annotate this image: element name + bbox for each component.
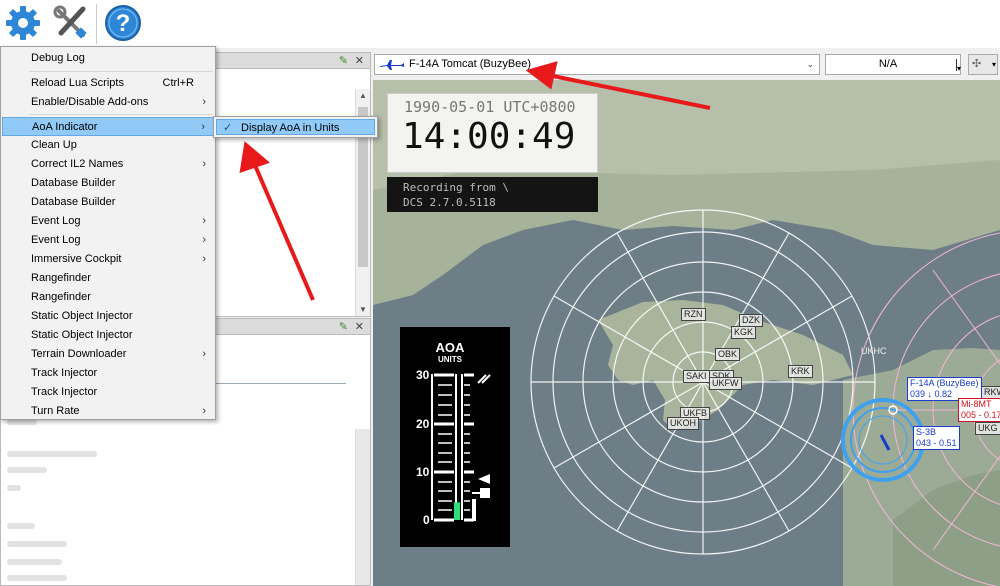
chevron-right-icon: › bbox=[202, 215, 206, 227]
menu-item-event-log[interactable]: Event Log › bbox=[2, 212, 214, 231]
menu-item-immersive-cockpit[interactable]: Immersive Cockpit › bbox=[2, 250, 214, 269]
annotation-arrow bbox=[252, 162, 315, 301]
chevron-right-icon: › bbox=[201, 121, 205, 133]
arrowhead-icon bbox=[239, 141, 270, 173]
menu-item-static-object-injector[interactable]: Static Object Injector bbox=[2, 307, 214, 326]
menu-item-correct-il2[interactable]: Correct IL2 Names › bbox=[2, 155, 214, 174]
menu-item-reload-lua[interactable]: Reload Lua Scripts Ctrl+R bbox=[2, 74, 214, 93]
menu-item-enable-addons[interactable]: Enable/Disable Add-ons › bbox=[2, 93, 214, 112]
menu-item-terrain-downloader[interactable]: Terrain Downloader › bbox=[2, 345, 214, 364]
menu-separator bbox=[29, 114, 213, 115]
tools-menu: Debug Log Reload Lua Scripts Ctrl+R Enabl… bbox=[0, 46, 216, 420]
menu-item-track-injector[interactable]: Track Injector bbox=[2, 364, 214, 383]
chevron-right-icon: › bbox=[202, 405, 206, 417]
checkmark-icon: ✓ bbox=[223, 122, 233, 134]
annotation-arrow bbox=[547, 73, 711, 110]
menu-separator bbox=[29, 71, 213, 72]
menu-item-debug-log[interactable]: Debug Log bbox=[2, 49, 214, 68]
arrowhead-icon bbox=[525, 61, 558, 90]
chevron-right-icon: › bbox=[202, 158, 206, 170]
menu-item-static-object-injector[interactable]: Static Object Injector bbox=[2, 326, 214, 345]
chevron-right-icon: › bbox=[202, 253, 206, 265]
aoa-submenu: ✓ Display AoA in Units bbox=[213, 116, 378, 138]
menu-item-database-builder[interactable]: Database Builder bbox=[2, 193, 214, 212]
chevron-right-icon: › bbox=[202, 234, 206, 246]
chevron-right-icon: › bbox=[202, 348, 206, 360]
menu-item-clean-up[interactable]: Clean Up bbox=[2, 136, 214, 155]
menu-item-event-log[interactable]: Event Log › bbox=[2, 231, 214, 250]
menu-item-rangefinder[interactable]: Rangefinder bbox=[2, 288, 214, 307]
menu-item-database-builder[interactable]: Database Builder bbox=[2, 174, 214, 193]
submenu-item-display-aoa-units[interactable]: ✓ Display AoA in Units bbox=[216, 119, 375, 135]
chevron-right-icon: › bbox=[202, 96, 206, 108]
menu-item-turn-rate[interactable]: Turn Rate › bbox=[2, 402, 214, 421]
menu-item-aoa-indicator[interactable]: AoA Indicator › bbox=[2, 117, 214, 136]
menu-item-rangefinder[interactable]: Rangefinder bbox=[2, 269, 214, 288]
menu-item-track-injector[interactable]: Track Injector bbox=[2, 383, 214, 402]
